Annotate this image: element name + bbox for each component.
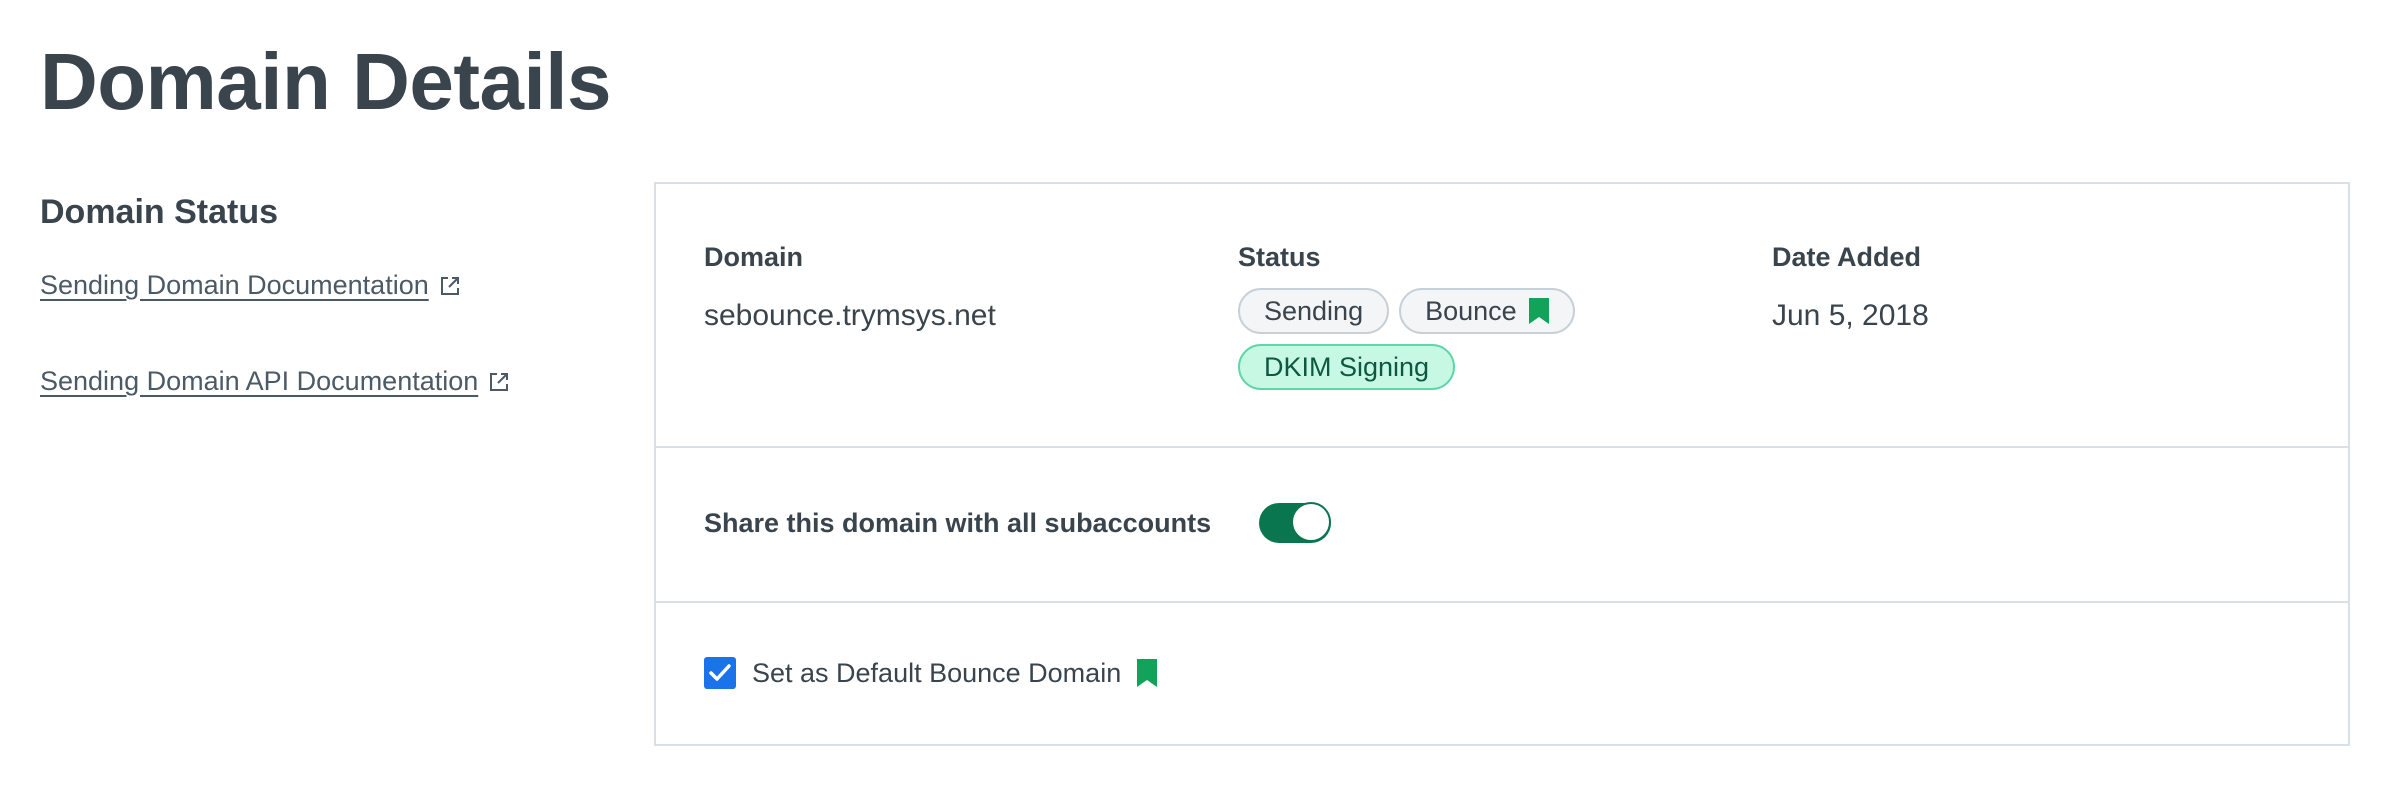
status-badge-bounce: Bounce: [1399, 288, 1575, 334]
date-column: Date Added Jun 5, 2018: [1772, 240, 1929, 336]
domain-label: Domain: [704, 242, 804, 272]
section-heading: Domain Status: [40, 193, 279, 231]
default-bounce-row: Set as Default Bounce Domain: [704, 657, 1158, 689]
status-badge-label: Sending: [1264, 295, 1364, 326]
date-added-label: Date Added: [1772, 242, 1922, 272]
share-label: Share this domain with all subaccounts: [704, 507, 1212, 538]
sending-domain-docs-link[interactable]: Sending Domain Documentation: [40, 270, 461, 301]
status-column: Status Sending Bounce DKIM Signing: [1238, 240, 1758, 390]
domain-value: sebounce.trymsys.net: [704, 299, 996, 332]
share-toggle[interactable]: [1259, 502, 1332, 543]
share-row: Share this domain with all subaccounts: [704, 502, 1332, 543]
status-badge-label: DKIM Signing: [1264, 351, 1430, 382]
external-link-icon: [488, 371, 510, 393]
bookmark-icon: [1528, 298, 1549, 324]
domain-column: Domain sebounce.trymsys.net: [704, 240, 996, 336]
status-badge-dkim: DKIM Signing: [1238, 344, 1456, 390]
bookmark-icon: [1137, 659, 1158, 687]
sidebar: Domain Status Sending Domain Documentati…: [40, 190, 600, 396]
status-badge-sending: Sending: [1238, 288, 1390, 334]
sending-domain-api-docs-link[interactable]: Sending Domain API Documentation: [40, 366, 510, 397]
status-badge-label: Bounce: [1425, 295, 1517, 326]
page-title: Domain Details: [40, 37, 611, 126]
date-added-value: Jun 5, 2018: [1772, 299, 1929, 332]
sending-domain-api-docs-label: Sending Domain API Documentation: [40, 366, 479, 396]
share-section: Share this domain with all subaccounts: [656, 448, 2348, 603]
external-link-icon: [439, 275, 461, 297]
status-label: Status: [1238, 242, 1321, 272]
domain-details-panel: Domain sebounce.trymsys.net Status Sendi…: [654, 182, 2350, 746]
default-bounce-checkbox[interactable]: [704, 657, 736, 689]
toggle-knob: [1291, 502, 1332, 542]
default-bounce-label[interactable]: Set as Default Bounce Domain: [752, 658, 1121, 689]
status-tags: Sending Bounce DKIM Signing: [1238, 288, 1618, 390]
domain-info-section: Domain sebounce.trymsys.net Status Sendi…: [656, 184, 2348, 448]
checkmark-icon: [709, 664, 731, 681]
default-bounce-section: Set as Default Bounce Domain: [656, 603, 2348, 746]
sending-domain-docs-label: Sending Domain Documentation: [40, 270, 429, 300]
